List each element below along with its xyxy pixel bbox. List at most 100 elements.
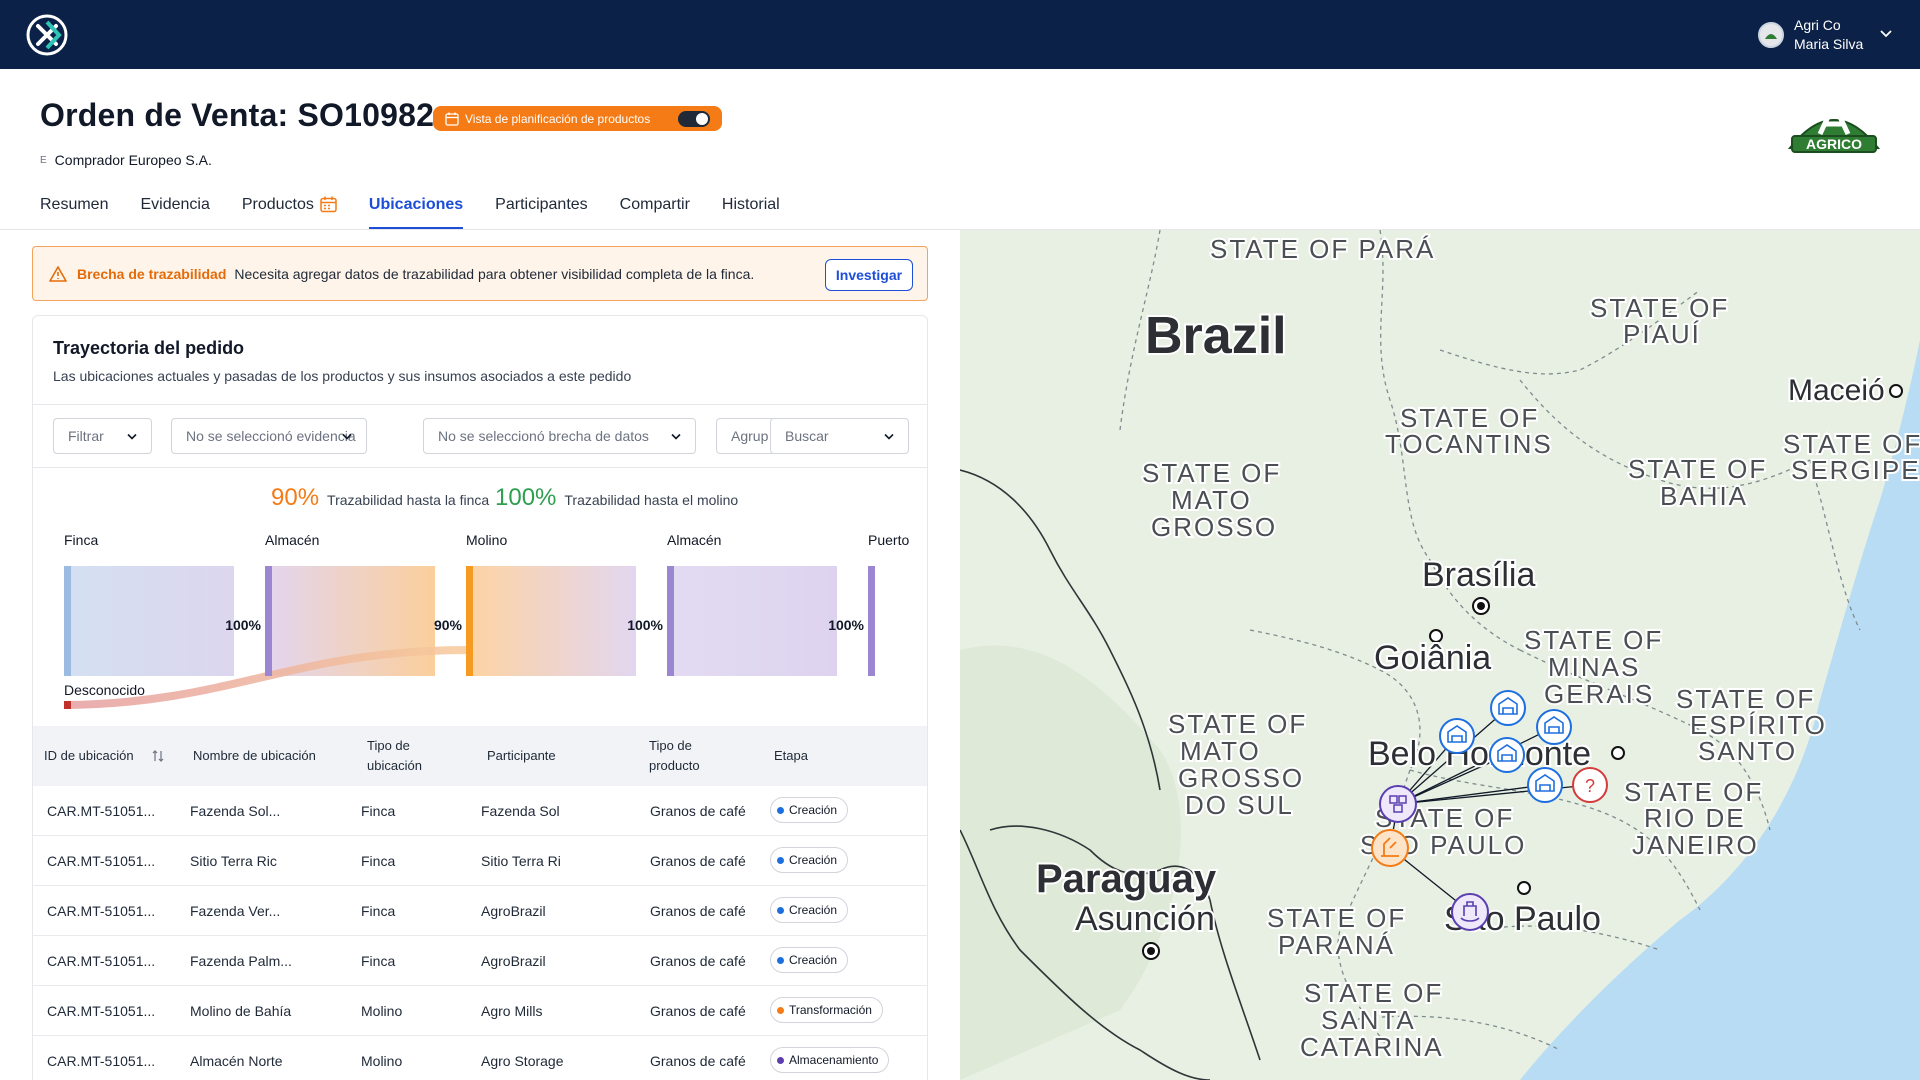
city-marker-icon [1517, 881, 1531, 895]
data-gap-dropdown[interactable]: No se seleccionó brecha de datos [423, 418, 696, 454]
group-by-dropdown[interactable]: Agrup [716, 418, 772, 454]
map-label: Goiânia [1374, 639, 1491, 677]
warehouse-pin-icon[interactable] [1536, 709, 1572, 745]
org-avatar-icon [1758, 22, 1784, 48]
tab-compartir[interactable]: Compartir [620, 196, 690, 228]
account-user-name: Maria Silva [1794, 36, 1864, 52]
stage-label-warehouse: Almacén [265, 532, 320, 548]
flow-label: 100% [225, 617, 261, 633]
chevron-down-icon [342, 433, 352, 440]
warehouse-pin-icon[interactable] [1439, 718, 1475, 754]
warehouse-pin-icon[interactable] [1527, 767, 1563, 803]
investigate-button[interactable]: Investigar [825, 259, 913, 291]
warehouse-pin-icon[interactable] [1490, 690, 1526, 726]
chevron-down-icon[interactable] [1878, 26, 1894, 42]
account-menu[interactable]: Agri Co Maria Silva [1758, 16, 1863, 54]
table-row[interactable]: CAR.MT-51051... Sitio Terra Ric Finca Si… [33, 836, 927, 886]
tab-evidencia[interactable]: Evidencia [140, 196, 209, 228]
stage-label-warehouse-2: Almacén [667, 532, 722, 548]
flow-farm-warehouse [67, 566, 234, 676]
mill-traceability-value: 100% [495, 484, 557, 511]
table-row[interactable]: CAR.MT-51051... Fazenda Sol... Finca Faz… [33, 786, 927, 836]
chevron-down-icon [127, 433, 137, 440]
city-marker-icon [1889, 384, 1903, 398]
evidence-dropdown[interactable]: No se seleccionó evidencia [171, 418, 367, 454]
table-row[interactable]: CAR.MT-51051... Almacén Norte Molino Agr… [33, 1036, 927, 1080]
table-row[interactable]: CAR.MT-51051... Fazenda Palm... Finca Ag… [33, 936, 927, 986]
city-marker-icon [1611, 746, 1625, 760]
warning-icon [49, 265, 67, 282]
map-canvas[interactable]: STATE OF PARÁ STATE OF PIAUÍ Brazil Mace… [960, 230, 1920, 1080]
map-label: SANTA [1321, 1005, 1416, 1035]
card-divider [33, 404, 927, 405]
map-label: GERAIS [1544, 679, 1654, 709]
unknown-marker-text: ? [1585, 776, 1595, 796]
tab-ubicaciones[interactable]: Ubicaciones [368, 196, 464, 230]
map-label: RIO DE [1644, 803, 1746, 833]
planning-toggle-label: Vista de planificación de productos [465, 111, 651, 126]
port-pin-icon[interactable] [1451, 893, 1489, 931]
map-label: STATE OF [1628, 454, 1767, 484]
traceability-sankey: 100% 90% 100% 100% Desconocido [64, 566, 875, 709]
column-header-participant: Participante [487, 748, 556, 763]
stage-badge: Almacenamiento [770, 1047, 890, 1073]
tab-participantes[interactable]: Participantes [495, 196, 588, 228]
buyer-name: Comprador Europeo S.A. [54, 152, 212, 168]
storage-hub-pin-icon[interactable] [1379, 785, 1417, 823]
flow-warehouse-port [670, 566, 837, 676]
traceability-gap-alert: Brecha de trazabilidad Necesita agregar … [32, 246, 928, 301]
flow-mill-warehouse [469, 566, 636, 676]
product-planning-toggle[interactable]: Vista de planificación de productos [433, 106, 722, 131]
column-header-location-name: Nombre de ubicación [193, 748, 316, 763]
column-header-location-id[interactable]: ID de ubicación [44, 746, 164, 766]
map-label: STATE OF [1168, 709, 1307, 739]
tab-productos[interactable]: Productos [242, 196, 337, 228]
toggle-switch[interactable] [678, 111, 710, 127]
node-port [868, 566, 875, 676]
map-label: STATE OF [1524, 625, 1663, 655]
farm-traceability-label: Trazabilidad hasta la finca [327, 492, 490, 508]
locations-map[interactable]: STATE OF PARÁ STATE OF PIAUÍ Brazil Mace… [960, 230, 1920, 1080]
table-row[interactable]: CAR.MT-51051... Fazenda Ver... Finca Agr… [33, 886, 927, 936]
map-label: SERGIPE [1791, 455, 1920, 485]
column-header-location-type: Tipo de ubicación [367, 738, 422, 773]
stage-badge: Creación [770, 947, 849, 973]
farm-traceability-metric: 90% Trazabilidad hasta la finca [271, 484, 489, 512]
node-farm [64, 566, 71, 676]
search-dropdown[interactable]: Buscar [770, 418, 909, 454]
map-label: Asunción [1075, 900, 1215, 938]
map-label: STATE OF [1304, 978, 1443, 1008]
card-subtitle: Las ubicaciones actuales y pasadas de lo… [53, 368, 632, 384]
warehouse-pin-icon[interactable] [1489, 737, 1525, 773]
table-row[interactable]: CAR.MT-51051... Molino de Bahía Molino A… [33, 986, 927, 1036]
stage-label-farm: Finca [64, 532, 99, 548]
brand-logo-text: AGRICO [1806, 136, 1862, 152]
farm-traceability-value: 90% [271, 484, 320, 511]
map-label: STATE OF PARÁ [1210, 234, 1435, 264]
stage-label-port: Puerto [868, 532, 910, 548]
order-trajectory-card: Trayectoria del pedido Las ubicaciones a… [32, 315, 928, 1080]
tab-historial[interactable]: Historial [722, 196, 780, 228]
alert-title: Brecha de trazabilidad [77, 265, 227, 282]
map-label: CATARINA [1300, 1032, 1444, 1062]
app-logo-icon[interactable] [26, 14, 68, 56]
tab-resumen[interactable]: Resumen [40, 196, 108, 228]
map-label: PARANÁ [1278, 930, 1395, 960]
flow-label: 90% [434, 617, 463, 633]
column-header-stage: Etapa [774, 748, 808, 763]
page-title: Orden de Venta: SO10982 [40, 97, 435, 133]
mill-pin-icon[interactable] [1371, 829, 1409, 867]
calendar-icon [445, 112, 459, 126]
stage-badge: Creación [770, 847, 849, 873]
sort-icon[interactable] [152, 750, 164, 762]
node-warehouse-2 [667, 566, 674, 676]
mill-traceability-label: Trazabilidad hasta el molino [564, 492, 739, 508]
map-label: TOCANTINS [1385, 429, 1553, 459]
unknown-location-pin-icon[interactable]: ? [1572, 767, 1608, 803]
map-label: PIAUÍ [1623, 319, 1701, 349]
agrico-brand-logo: AGRICO [1787, 98, 1881, 153]
filter-dropdown[interactable]: Filtrar [53, 418, 152, 454]
locations-table-header: ID de ubicación Nombre de ubicación Tipo… [33, 726, 927, 786]
node-warehouse [265, 566, 272, 676]
map-label: MATO [1171, 485, 1252, 515]
